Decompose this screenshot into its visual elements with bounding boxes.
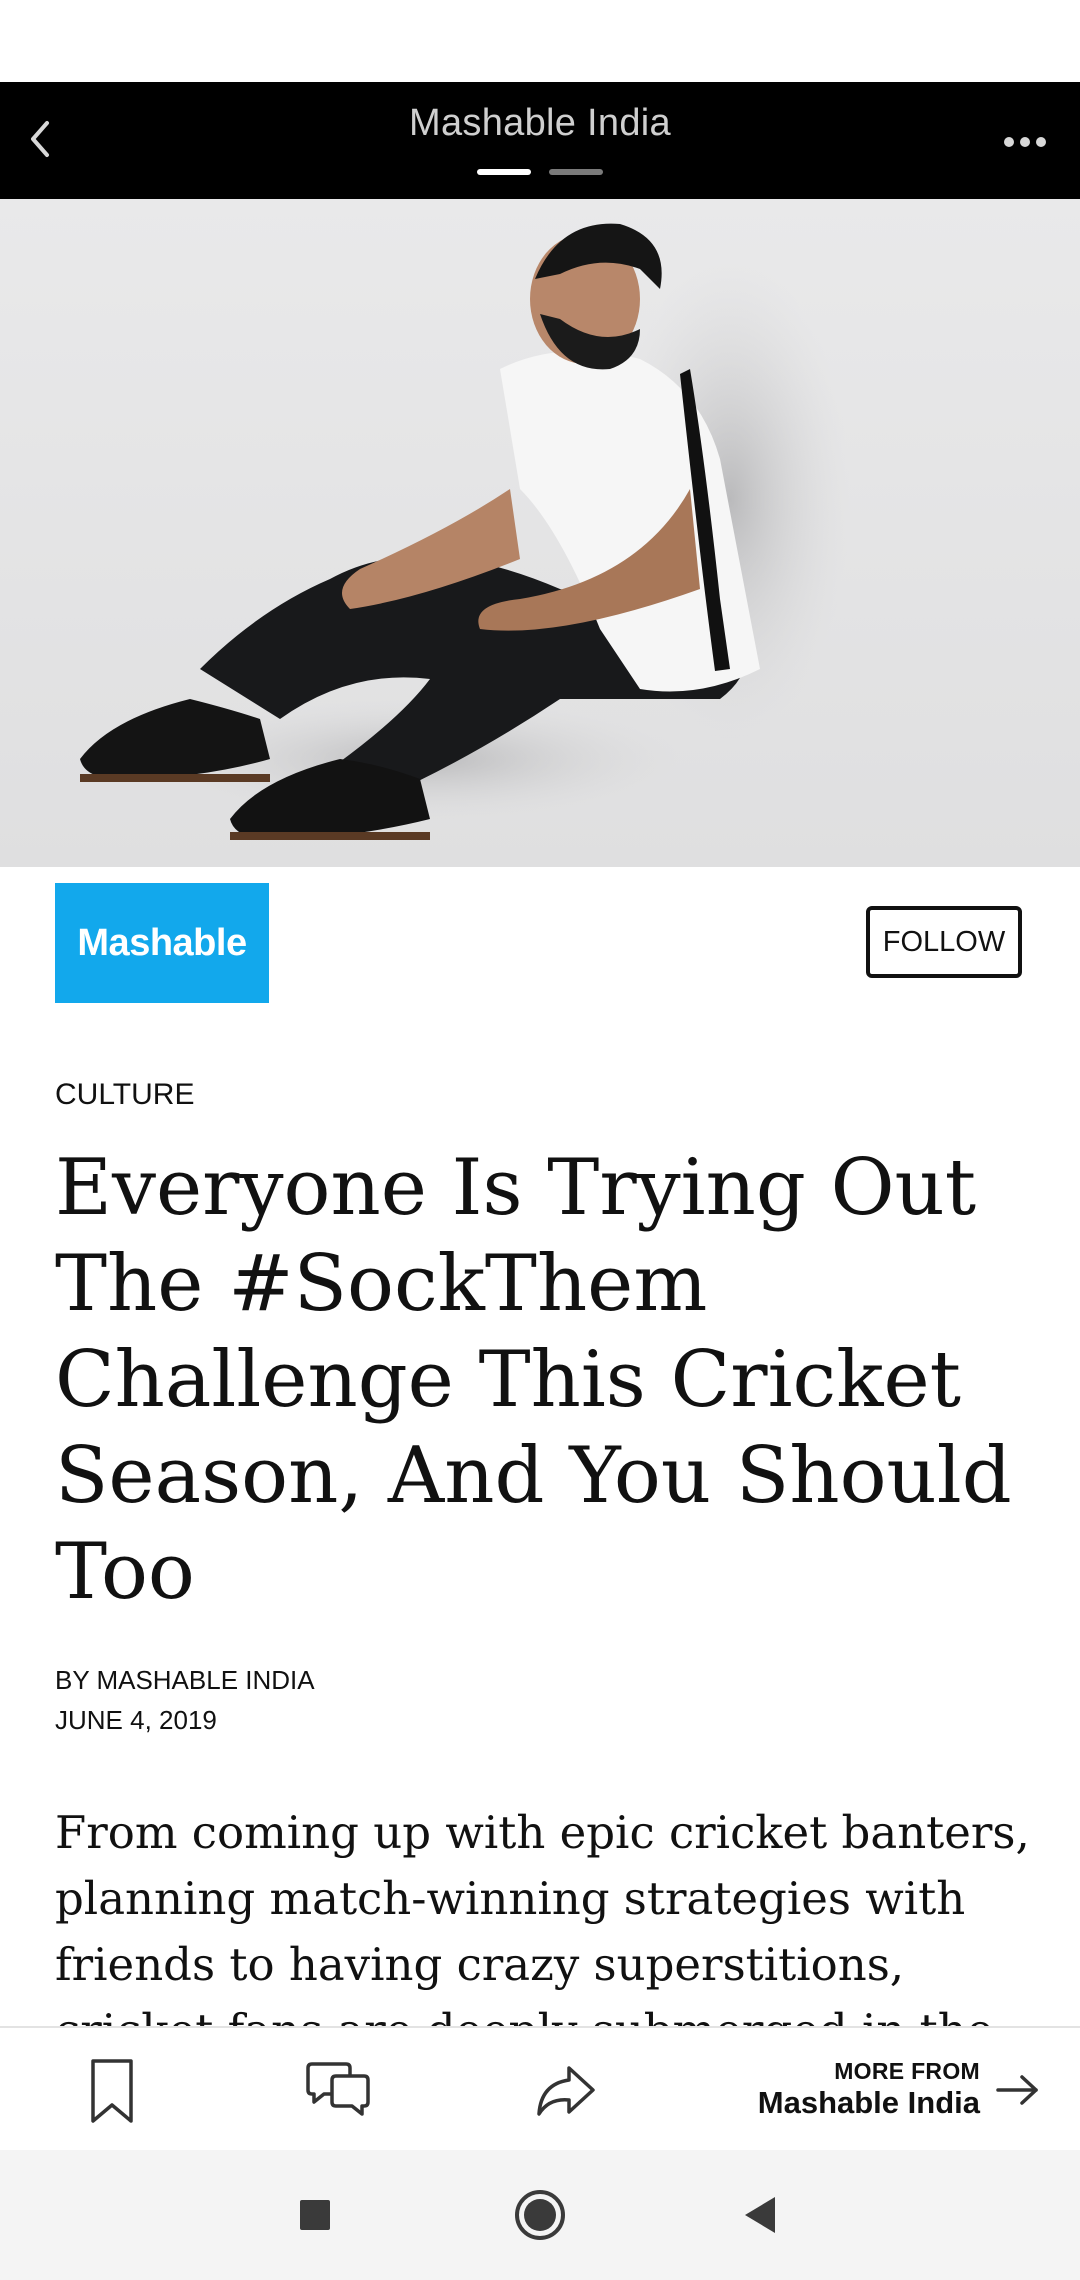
system-navigation-bar	[0, 2150, 1080, 2280]
article-date: JUNE 4, 2019	[55, 1705, 217, 1735]
circle-icon	[515, 2190, 565, 2240]
publisher-logo[interactable]: Mashable	[55, 883, 269, 1003]
article-body: From coming up with epic cricket banters…	[55, 1806, 1030, 2030]
bookmark-button[interactable]	[72, 2056, 152, 2126]
more-dots-icon	[1004, 137, 1014, 147]
recents-button[interactable]	[280, 2180, 350, 2250]
overflow-menu-button[interactable]	[990, 112, 1060, 172]
status-bar	[0, 0, 1080, 82]
share-button[interactable]	[526, 2056, 606, 2126]
article-action-bar: MORE FROM Mashable India	[0, 2026, 1080, 2150]
article-byline: BY MASHABLE INDIA	[55, 1665, 315, 1695]
more-from-label: MORE FROM	[834, 2058, 980, 2084]
publisher-logo-text: Mashable	[77, 921, 247, 964]
home-button[interactable]	[505, 2180, 575, 2250]
more-from-publisher-link[interactable]: MORE FROM Mashable India	[758, 2058, 1040, 2121]
bookmark-icon	[91, 2059, 133, 2123]
article-meta: BY MASHABLE INDIA JUNE 4, 2019	[55, 1660, 315, 1740]
page-indicator-dot-active	[477, 169, 531, 175]
comment-button[interactable]	[298, 2056, 378, 2126]
hero-photo	[80, 223, 850, 840]
hero-image	[0, 199, 1080, 867]
comment-icon	[306, 2062, 370, 2116]
square-icon	[300, 2200, 330, 2230]
page-indicator	[0, 169, 1080, 175]
page-indicator-dot	[549, 169, 603, 175]
top-app-bar: Mashable India	[0, 82, 1080, 199]
more-from-publisher-name: Mashable India	[757, 2085, 980, 2120]
share-icon	[537, 2066, 595, 2116]
system-back-button[interactable]	[725, 2180, 795, 2250]
follow-button[interactable]: FOLLOW	[866, 906, 1022, 978]
article-headline: Everyone Is Trying Out The #SockThem Cha…	[55, 1143, 1012, 1617]
arrow-right-icon	[996, 2074, 1038, 2105]
top-bar-title: Mashable India	[409, 102, 671, 144]
triangle-back-icon	[745, 2197, 775, 2233]
article-category[interactable]: CULTURE	[55, 1078, 194, 1112]
